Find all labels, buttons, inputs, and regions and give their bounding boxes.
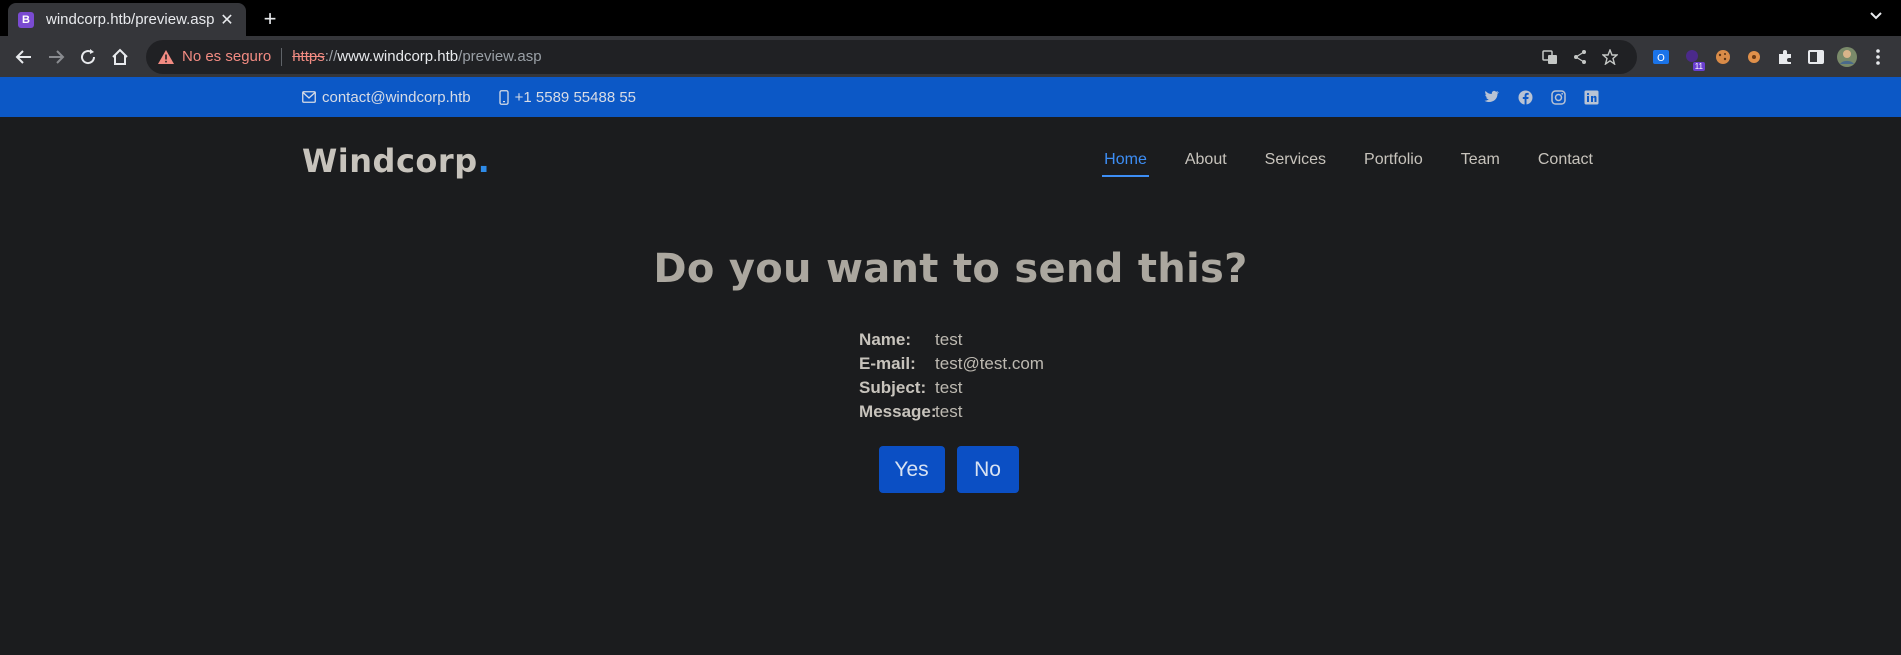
back-arrow-icon[interactable]: [8, 41, 40, 73]
url-host: www.windcorp.htb: [337, 48, 459, 65]
svg-text:O: O: [1657, 53, 1665, 64]
cookie-editor-icon[interactable]: [1707, 41, 1738, 73]
nav-team[interactable]: Team: [1459, 145, 1502, 177]
social-links: [1484, 89, 1599, 105]
tab-title: windcorp.htb/preview.asp: [46, 11, 215, 28]
site-logo[interactable]: Windcorp.: [302, 142, 490, 180]
detail-row-email: E-mail: test@test.com: [859, 352, 1044, 376]
detail-label: Message:: [859, 402, 937, 421]
no-button[interactable]: No: [956, 446, 1019, 493]
detail-value: test: [935, 378, 963, 397]
extensions-puzzle-icon[interactable]: [1769, 41, 1800, 73]
tab-close-icon[interactable]: ✕: [218, 10, 236, 30]
yes-button[interactable]: Yes: [878, 446, 945, 493]
twitter-icon[interactable]: [1484, 90, 1500, 105]
detail-value: test@test.com: [935, 354, 1044, 373]
detail-row-message: Message: test: [859, 400, 1044, 424]
nav-about[interactable]: About: [1183, 145, 1229, 177]
not-secure-text: No es seguro: [182, 48, 272, 65]
detail-label: Subject:: [859, 378, 927, 397]
detail-label: E-mail:: [859, 354, 916, 373]
phone-icon: [498, 89, 509, 105]
tab-search-chevron-icon[interactable]: [1869, 8, 1883, 25]
preview-section: Do you want to send this? Name: test E-m…: [0, 204, 1901, 493]
browser-tab[interactable]: B windcorp.htb/preview.asp ✕: [8, 3, 246, 36]
forward-arrow-icon[interactable]: [40, 41, 72, 73]
profile-avatar-icon[interactable]: [1831, 41, 1862, 73]
extension-badge-count: 11: [1692, 61, 1705, 71]
new-tab-icon[interactable]: +: [258, 6, 282, 32]
url-scheme: https: [292, 48, 325, 65]
url-separator: ://: [324, 48, 338, 65]
warning-triangle-icon: [158, 49, 174, 64]
browser-menu-icon[interactable]: [1862, 41, 1893, 73]
detail-label: Name:: [859, 330, 912, 349]
bookmark-star-icon[interactable]: [1595, 48, 1625, 65]
tab-favicon-icon: B: [18, 11, 34, 28]
facebook-icon[interactable]: [1518, 90, 1533, 105]
extension-badge-icon[interactable]: 11: [1676, 41, 1707, 73]
message-details: Name: test E-mail: test@test.com Subject…: [859, 328, 1044, 424]
confirm-actions: Yes No: [0, 446, 1901, 493]
page-title: Do you want to send this?: [653, 246, 1248, 292]
address-bar[interactable]: No es seguro https :// www.windcorp.htb …: [146, 39, 1637, 74]
site-header: Windcorp. Home About Services Portfolio …: [0, 117, 1901, 204]
omnibox-divider: [281, 47, 283, 66]
logo-dot: .: [477, 141, 491, 180]
detail-row-subject: Subject: test: [859, 376, 1044, 400]
envelope-icon: [302, 91, 316, 103]
detail-row-name: Name: test: [859, 328, 1044, 352]
contact-topbar: contact@windcorp.htb +1 5589 55488 55: [0, 77, 1901, 117]
side-panel-icon[interactable]: [1800, 41, 1831, 73]
nav-home[interactable]: Home: [1102, 145, 1149, 177]
contact-phone: +1 5589 55488 55: [498, 88, 637, 106]
contact-email[interactable]: contact@windcorp.htb: [302, 89, 471, 106]
instagram-icon[interactable]: [1551, 89, 1566, 105]
reload-icon[interactable]: [72, 41, 104, 73]
url-path: /preview.asp: [458, 48, 542, 65]
not-secure-warning[interactable]: No es seguro: [158, 48, 271, 65]
cookie-extension-icon[interactable]: [1738, 41, 1769, 73]
nav-services[interactable]: Services: [1263, 145, 1328, 177]
detail-value: test: [935, 330, 963, 349]
main-nav: Home About Services Portfolio Team Conta…: [1102, 145, 1595, 177]
translate-icon[interactable]: [1535, 49, 1565, 65]
browser-toolbar: No es seguro https :// www.windcorp.htb …: [0, 36, 1901, 77]
linkedin-icon[interactable]: [1584, 90, 1599, 105]
share-icon[interactable]: [1565, 49, 1595, 65]
logo-text: Windcorp: [302, 141, 478, 180]
nav-contact[interactable]: Contact: [1536, 145, 1595, 177]
outlook-extension-icon[interactable]: O: [1645, 41, 1676, 73]
browser-tab-strip: B windcorp.htb/preview.asp ✕ +: [0, 0, 1901, 36]
contact-phone-text: +1 5589 55488 55: [514, 88, 637, 106]
nav-portfolio[interactable]: Portfolio: [1362, 145, 1425, 177]
detail-value: test: [935, 402, 963, 421]
home-icon[interactable]: [104, 41, 136, 73]
contact-email-text: contact@windcorp.htb: [322, 88, 471, 106]
